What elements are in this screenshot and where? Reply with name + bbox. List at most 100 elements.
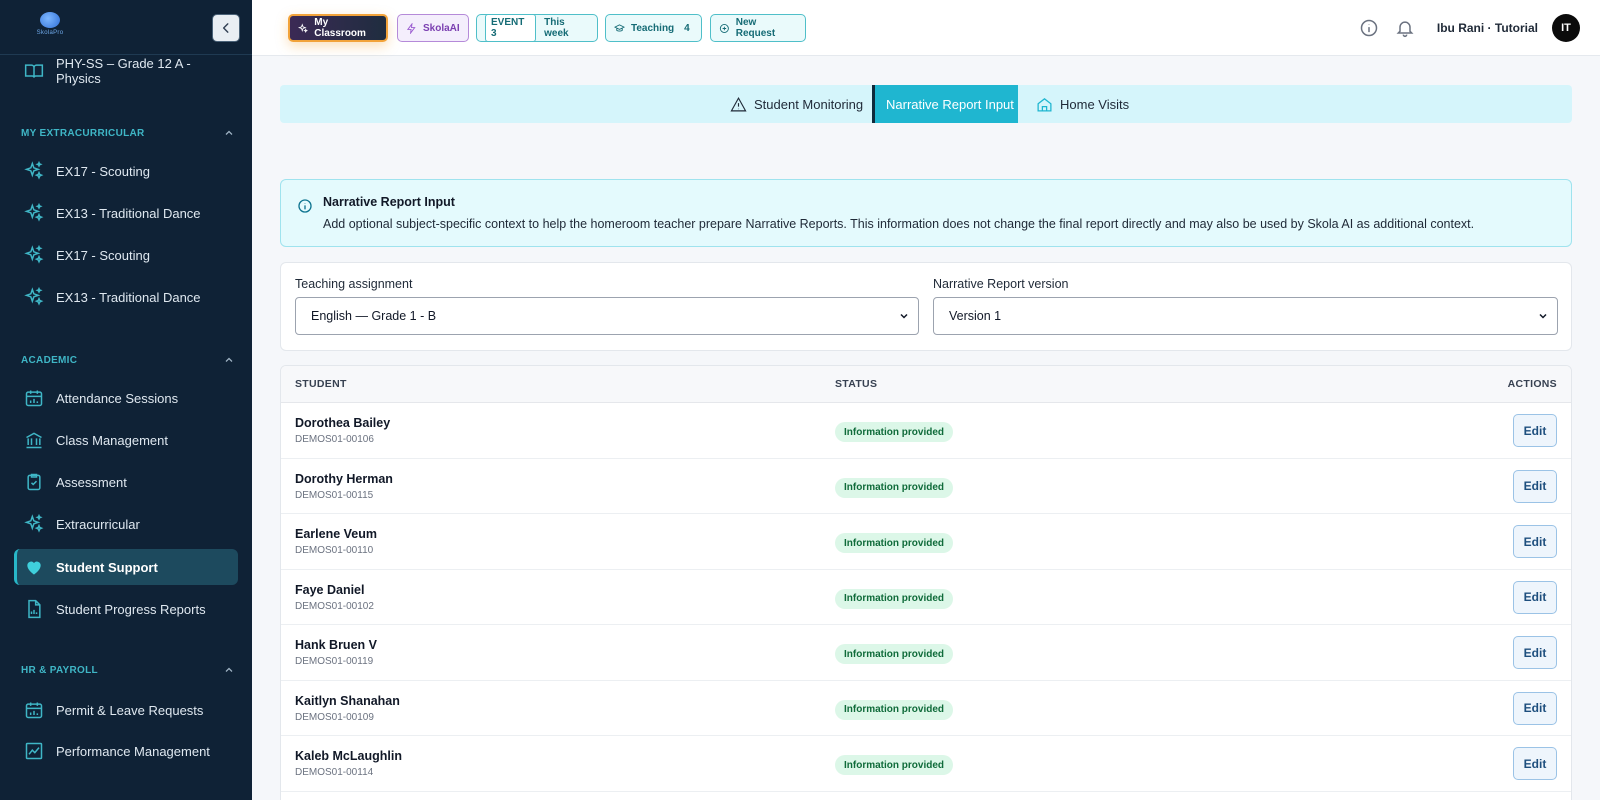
sidebar-item-performance-management[interactable]: Performance Management — [14, 733, 238, 769]
report-version-label: Narrative Report version — [933, 277, 1069, 291]
info-icon — [297, 198, 313, 214]
status-badge: Information provided — [835, 755, 953, 775]
new-request-button[interactable]: New Request — [710, 14, 806, 42]
sidebar-item-assessment[interactable]: Assessment — [14, 464, 238, 500]
chevron-up-icon — [225, 357, 233, 362]
event-button[interactable]: EVENT 3 This week — [476, 14, 598, 42]
edit-button[interactable]: Edit — [1513, 580, 1557, 614]
avatar[interactable]: IT — [1552, 14, 1580, 42]
student-name: Dorothy Herman — [295, 471, 393, 486]
edit-button[interactable]: Edit — [1513, 469, 1557, 503]
sidebar-item-label: Permit & Leave Requests — [56, 702, 204, 718]
sidebar-item-label: Attendance Sessions — [56, 390, 179, 406]
sidebar-item-ex13-traditional-dance-2[interactable]: EX13 - Traditional Dance — [14, 279, 238, 315]
sidebar-item-label: Extracurricular — [56, 516, 140, 532]
trend-chart-icon — [24, 741, 44, 761]
sidebar-item-label: Assessment — [56, 474, 127, 490]
report-version-group: Narrative Report version Version 1 — [933, 277, 1558, 335]
student-id: DEMOS01-00119 — [295, 656, 374, 667]
chevron-left-icon — [222, 23, 229, 33]
clipboard-check-icon — [24, 472, 44, 492]
edit-button[interactable]: Edit — [1513, 525, 1557, 558]
sidebar-item-label: EX13 - Traditional Dance — [56, 289, 201, 305]
edit-button[interactable]: Edit — [1513, 636, 1557, 669]
student-name: Faye Daniel — [295, 582, 365, 597]
table-row: Faye Daniel DEMOS01-00102 Information pr… — [281, 570, 1571, 625]
calendar-chart-icon — [24, 700, 44, 720]
skolaai-button[interactable]: SkolaAI — [397, 14, 469, 42]
sidebar-item-physics[interactable]: PHY-SS – Grade 12 A - Physics — [14, 53, 238, 89]
info-banner: Narrative Report Input Add optional subj… — [280, 179, 1572, 247]
event-tag: EVENT 3 — [485, 14, 537, 42]
graduation-cap-icon — [614, 23, 625, 31]
table-row: Kaitlyn Shanahan DEMOS01-00109 Informati… — [281, 681, 1571, 736]
column-header-student: STUDENT — [295, 378, 347, 390]
bell-icon[interactable] — [1395, 18, 1415, 38]
skolaai-label: SkolaAI — [423, 22, 460, 34]
sidebar-item-ex17-scouting-2[interactable]: EX17 - Scouting — [14, 237, 238, 273]
collapse-sidebar-button[interactable] — [212, 14, 240, 42]
sidebar-item-class-management[interactable]: Class Management — [14, 422, 238, 458]
report-version-select[interactable]: Version 1 — [933, 297, 1558, 335]
teaching-assignment-value: English — Grade 1 - B — [311, 309, 437, 323]
table-row: Earlene Veum DEMOS01-00110 Information p… — [281, 514, 1571, 570]
sidebar-item-label: EX13 - Traditional Dance — [56, 205, 201, 221]
sparkles-icon — [24, 287, 44, 307]
logo[interactable]: SkolaPro — [33, 12, 67, 40]
section-my-extracurricular[interactable]: MY EXTRACURRICULAR — [21, 127, 235, 139]
teaching-assignment-label: Teaching assignment — [295, 277, 413, 291]
table-row: Dorothea Bailey DEMOS01-00106 Informatio… — [281, 403, 1571, 459]
table-row: Hank Bruen V DEMOS01-00119 Information p… — [281, 625, 1571, 681]
section-label: MY EXTRACURRICULAR — [21, 127, 145, 139]
sidebar-item-permit-leave-requests[interactable]: Permit & Leave Requests — [14, 692, 238, 728]
teaching-button[interactable]: Teaching 4 — [605, 14, 702, 42]
bolt-icon — [406, 22, 416, 34]
topbar: My Classroom SkolaAI EVENT 3 This week T… — [252, 0, 1600, 56]
chevron-down-icon — [1539, 313, 1547, 319]
tab-narrative-report-input[interactable]: Narrative Report Input — [872, 85, 1018, 123]
tab-student-monitoring[interactable]: Student Monitoring — [730, 85, 863, 123]
edit-button[interactable]: Edit — [1513, 691, 1557, 725]
sidebar-item-extracurricular[interactable]: Extracurricular — [14, 506, 238, 542]
teaching-count: 4 — [684, 22, 690, 34]
tab-label: Home Visits — [1060, 96, 1130, 112]
user-name[interactable]: Ibu Rani · Tutorial — [1437, 21, 1538, 35]
sidebar-item-label: EX17 - Scouting — [56, 163, 150, 179]
tab-home-visits[interactable]: Home Visits — [1036, 85, 1129, 123]
sidebar-item-student-support[interactable]: Student Support — [14, 549, 238, 585]
sidebar-item-student-progress-reports[interactable]: Student Progress Reports — [14, 591, 238, 627]
warning-triangle-icon — [730, 96, 747, 111]
chevron-up-icon — [225, 130, 233, 135]
home-icon — [1037, 97, 1052, 112]
teaching-label: Teaching — [631, 22, 675, 34]
edit-button[interactable]: Edit — [1513, 414, 1557, 447]
section-label: HR & PAYROLL — [21, 664, 98, 676]
sidebar-item-ex17-scouting[interactable]: EX17 - Scouting — [14, 153, 238, 189]
sidebar-item-attendance-sessions[interactable]: Attendance Sessions — [14, 380, 238, 416]
student-id: DEMOS01-00109 — [295, 711, 374, 723]
status-badge: Information provided — [835, 533, 953, 553]
edit-button[interactable]: Edit — [1513, 747, 1557, 780]
status-badge: Information provided — [835, 422, 953, 442]
section-academic[interactable]: ACADEMIC — [21, 354, 235, 366]
my-classroom-button[interactable]: My Classroom — [288, 14, 388, 42]
filters-card: Teaching assignment English — Grade 1 - … — [280, 262, 1572, 351]
sparkles-icon — [24, 203, 44, 223]
info-icon[interactable] — [1359, 18, 1379, 38]
sidebar-item-ex13-traditional-dance[interactable]: EX13 - Traditional Dance — [14, 195, 238, 231]
section-hr-payroll[interactable]: HR & PAYROLL — [21, 664, 235, 676]
topbar-right: Ibu Rani · Tutorial IT — [1359, 0, 1600, 56]
section-label: ACADEMIC — [21, 354, 78, 366]
tab-label: Narrative Report Input — [886, 96, 1014, 112]
teaching-assignment-select[interactable]: English — Grade 1 - B — [295, 297, 919, 335]
table-row: Kaleb McLaughlin DEMOS01-00114 Informati… — [281, 736, 1571, 792]
chevron-down-icon — [900, 313, 908, 319]
sidebar: SkolaPro PHY-SS – Grade 12 A - Physics M… — [0, 0, 252, 800]
file-chart-icon — [24, 599, 44, 619]
column-header-actions: ACTIONS — [1507, 378, 1557, 390]
status-badge: Information provided — [835, 477, 953, 498]
student-name: Kaitlyn Shanahan — [295, 693, 400, 708]
tab-label: Student Monitoring — [754, 96, 864, 112]
sparkles-icon — [24, 514, 44, 534]
sidebar-item-label: EX17 - Scouting — [56, 247, 150, 263]
